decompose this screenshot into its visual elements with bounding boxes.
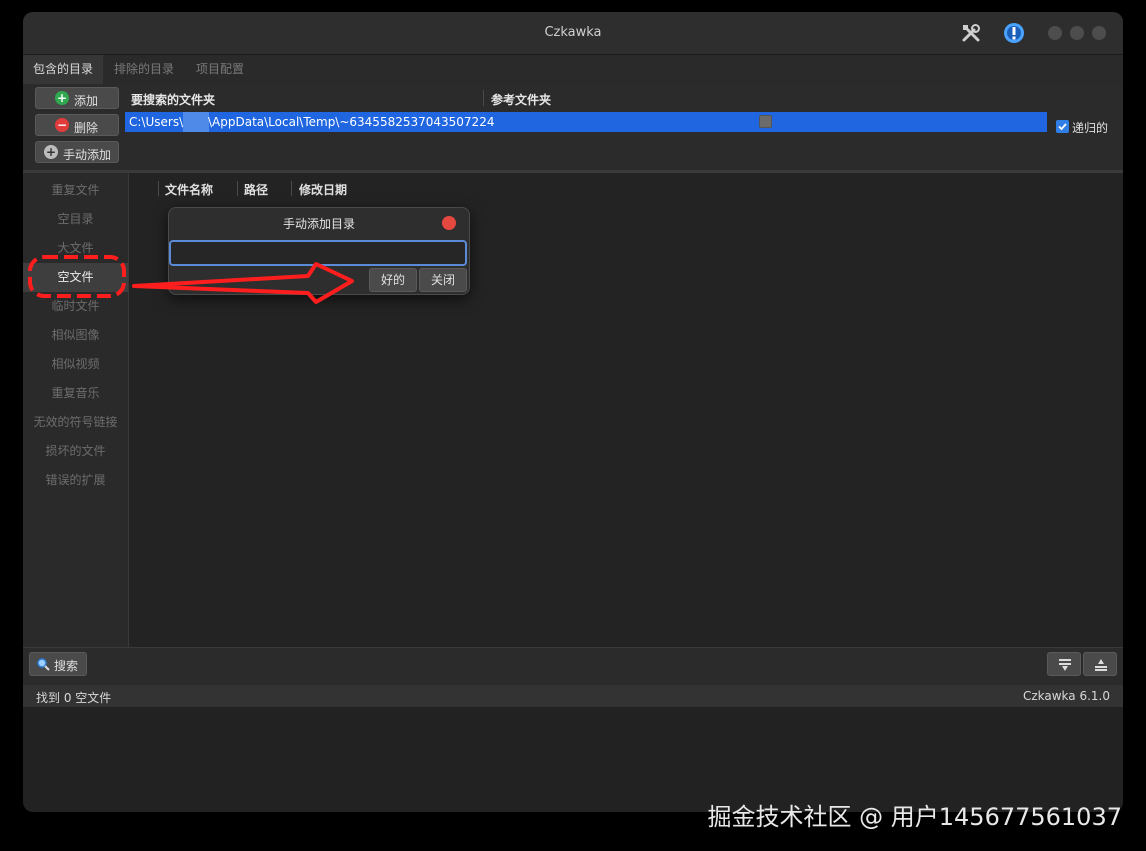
recursive-label: 递归的 [1072, 121, 1109, 135]
info-icon[interactable] [1003, 22, 1025, 44]
column-divider [158, 181, 159, 196]
column-search-folder[interactable]: 要搜索的文件夹 [131, 91, 215, 108]
manual-add-button[interactable]: + 手动添加 [35, 141, 119, 163]
plus-circle-icon: + [44, 145, 58, 159]
minus-icon: − [55, 118, 69, 132]
directory-path-suffix: \AppData\Local\Temp\~6345582537043507224 [208, 115, 495, 129]
sidebar-item-duplicate-files[interactable]: 重复文件 [23, 176, 128, 205]
recursive-checkbox[interactable] [1056, 120, 1069, 133]
status-bar: 找到 0 空文件 Czkawka 6.1.0 [23, 685, 1123, 707]
redacted-username [183, 112, 209, 132]
tab-item-config[interactable]: 项目配置 [186, 55, 254, 84]
sidebar-item-bad-extensions[interactable]: 错误的扩展 [23, 466, 128, 495]
directory-row[interactable]: C:\Users\ \AppData\Local\Temp\~634558253… [125, 112, 1047, 132]
reference-checkbox[interactable] [759, 115, 772, 128]
app-window: Czkawka 包含的目录 排除的目录 项目配置 + 添加 − 删除 + 手动添… [23, 12, 1123, 812]
minimize-button[interactable] [1048, 26, 1062, 40]
column-reference-folder[interactable]: 参考文件夹 [491, 91, 551, 108]
remove-button-label: 删除 [74, 121, 99, 135]
window-title: Czkawka [544, 25, 602, 40]
title-bar: Czkawka [23, 12, 1123, 55]
directory-tabs: 包含的目录 排除的目录 项目配置 [23, 55, 1123, 85]
plus-icon: + [55, 91, 69, 105]
search-button-label: 搜索 [54, 659, 79, 673]
sidebar-item-invalid-symlinks[interactable]: 无效的符号链接 [23, 408, 128, 437]
sidebar-item-broken-files[interactable]: 损坏的文件 [23, 437, 128, 466]
sidebar-item-empty-files[interactable]: 空文件 [23, 263, 128, 292]
close-dialog-button[interactable]: 关闭 [419, 268, 467, 292]
sidebar-item-similar-videos[interactable]: 相似视频 [23, 350, 128, 379]
directory-panel: + 添加 − 删除 + 手动添加 要搜索的文件夹 参考文件夹 C:\Users\… [23, 84, 1123, 173]
maximize-button[interactable] [1070, 26, 1084, 40]
sidebar-item-empty-folders[interactable]: 空目录 [23, 205, 128, 234]
close-button-label: 关闭 [430, 273, 455, 287]
column-divider [483, 90, 484, 106]
sidebar-item-similar-images[interactable]: 相似图像 [23, 321, 128, 350]
move-down-button[interactable] [1047, 652, 1081, 676]
ok-button[interactable]: 好的 [369, 268, 417, 292]
sort-down-icon [1059, 659, 1071, 671]
sidebar-item-big-files[interactable]: 大文件 [23, 234, 128, 263]
manual-add-dialog: 手动添加目录 好的 关闭 [168, 207, 470, 295]
column-path[interactable]: 路径 [244, 181, 268, 198]
dialog-title: 手动添加目录 [282, 217, 355, 231]
watermark: 掘金技术社区 @ 用户145677561037 [707, 803, 1123, 831]
manual-add-button-label: 手动添加 [63, 148, 112, 162]
search-icon [36, 657, 50, 674]
column-divider [237, 181, 238, 196]
tools-icon[interactable] [960, 22, 982, 44]
column-modified-date[interactable]: 修改日期 [299, 181, 347, 198]
directory-path-prefix: C:\Users\ [129, 115, 184, 129]
move-up-button[interactable] [1083, 652, 1117, 676]
ok-button-label: 好的 [380, 273, 405, 287]
column-divider [291, 181, 292, 196]
status-found-count: 找到 0 空文件 [36, 691, 112, 705]
tab-included-dirs[interactable]: 包含的目录 [23, 55, 104, 84]
column-file-name[interactable]: 文件名称 [165, 181, 213, 198]
add-button-label: 添加 [74, 94, 99, 108]
sidebar-item-temporary-files[interactable]: 临时文件 [23, 292, 128, 321]
status-version: Czkawka 6.1.0 [1022, 689, 1110, 703]
search-button[interactable]: 搜索 [29, 652, 87, 676]
bottom-toolbar: 搜索 [23, 647, 1123, 686]
tool-sidebar: 重复文件 空目录 大文件 空文件 临时文件 相似图像 相似视频 重复音乐 无效的… [23, 173, 129, 647]
close-window-button[interactable] [1092, 26, 1106, 40]
directory-path-input[interactable] [169, 240, 467, 266]
add-button[interactable]: + 添加 [35, 87, 119, 109]
dialog-close-dot[interactable] [442, 216, 456, 230]
sidebar-item-duplicate-music[interactable]: 重复音乐 [23, 379, 128, 408]
tab-excluded-dirs[interactable]: 排除的目录 [104, 55, 184, 84]
remove-button[interactable]: − 删除 [35, 114, 119, 136]
sort-up-icon [1095, 659, 1107, 671]
